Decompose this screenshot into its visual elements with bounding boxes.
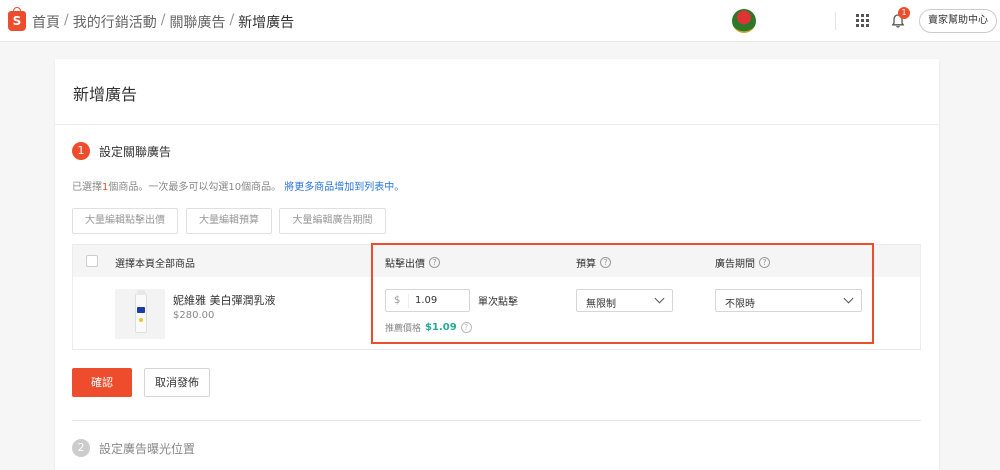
add-more-products-link[interactable]: 將更多商品增加到列表中	[284, 182, 394, 193]
breadcrumb-marketing[interactable]: 我的行銷活動	[73, 12, 157, 32]
select-all-checkbox[interactable]	[86, 255, 98, 267]
budget-select[interactable]: 無限制	[576, 289, 673, 312]
bid-input[interactable]: $ 1.09	[385, 289, 470, 312]
product-name: 妮維雅 美白彈潤乳液	[173, 294, 276, 307]
product-price: $280.00	[173, 310, 215, 321]
selection-suffix: 個商品。一次最多可以勾選10個商品。	[108, 182, 282, 193]
help-question-icon[interactable]: ?	[600, 257, 611, 268]
confirm-button[interactable]: 確認	[72, 368, 132, 397]
period-value: 不限時	[725, 299, 755, 310]
suggested-value: $1.09	[425, 322, 457, 333]
header-select-all: 選擇本頁全部商品	[115, 259, 195, 270]
selection-prefix: 已選擇	[72, 182, 102, 193]
step1-label: 設定關聯廣告	[99, 145, 172, 159]
help-question-icon[interactable]: ?	[460, 322, 472, 333]
bulk-edit-budget-button[interactable]: 大量編輯預算	[186, 208, 272, 234]
help-question-icon[interactable]: ?	[759, 257, 770, 268]
seller-help-center-button[interactable]: 賣家幫助中心	[919, 9, 997, 33]
period-select[interactable]: 不限時	[715, 289, 862, 312]
topbar-divider	[835, 12, 836, 30]
product-table: 選擇本頁全部商品 點擊出價 ? 預算 ? 廣告期間 ? 妮維雅 美白彈潤乳液 $…	[72, 244, 921, 350]
currency-prefix: $	[394, 295, 401, 306]
breadcrumb-related-ads[interactable]: 關聯廣告	[169, 12, 225, 32]
header-budget: 預算 ?	[576, 255, 611, 270]
bulk-edit-period-button[interactable]: 大量編輯廣告期間	[279, 208, 386, 234]
top-bar: S 首頁 / 我的行銷活動 / 關聯廣告 / 新增廣告 1 賣家幫助中心	[0, 0, 1000, 42]
breadcrumb-separator: /	[64, 12, 69, 28]
suggested-label: 推薦價格	[385, 324, 422, 334]
suggested-price: 推薦價格 $1.09 ?	[385, 321, 472, 334]
title-divider	[55, 124, 939, 125]
table-header: 選擇本頁全部商品 點擊出價 ? 預算 ? 廣告期間 ?	[73, 245, 920, 277]
chevron-down-icon	[843, 293, 854, 304]
breadcrumb-current: 新增廣告	[238, 15, 295, 31]
product-image	[115, 289, 165, 339]
bid-value[interactable]: 1.09	[415, 295, 437, 306]
breadcrumb: 首頁 / 我的行銷活動 / 關聯廣告 / 新增廣告	[32, 12, 294, 32]
main-card: 新增廣告 1 設定關聯廣告 已選擇1個商品。一次最多可以勾選10個商品。 將更多…	[55, 59, 939, 470]
breadcrumb-separator: /	[160, 12, 166, 28]
breadcrumb-separator: /	[229, 12, 235, 28]
page-title: 新增廣告	[73, 85, 138, 104]
header-period: 廣告期間 ?	[715, 255, 770, 270]
selection-info: 已選擇1個商品。一次最多可以勾選10個商品。 將更多商品增加到列表中。	[72, 178, 404, 193]
help-question-icon[interactable]: ?	[429, 257, 440, 268]
shopee-logo-icon[interactable]: S	[8, 7, 26, 31]
chevron-down-icon	[654, 293, 665, 304]
bulk-edit-bid-button[interactable]: 大量編輯點擊出價	[72, 208, 178, 234]
avatar[interactable]	[732, 9, 756, 33]
add-more-suffix: 。	[394, 182, 405, 193]
header-bid: 點擊出價 ?	[385, 255, 440, 270]
step-divider	[72, 420, 921, 421]
breadcrumb-home[interactable]: 首頁	[32, 12, 60, 32]
apps-grid-icon[interactable]	[856, 14, 869, 27]
per-click-label: 單次點擊	[478, 297, 518, 308]
cancel-publish-button[interactable]: 取消發佈	[144, 368, 210, 397]
lotion-bottle-icon	[135, 293, 147, 333]
step1-number: 1	[72, 142, 90, 160]
budget-value: 無限制	[586, 299, 616, 310]
step2-number: 2	[72, 439, 90, 457]
notification-badge: 1	[898, 7, 910, 19]
step2-label: 設定廣告曝光位置	[99, 442, 196, 456]
